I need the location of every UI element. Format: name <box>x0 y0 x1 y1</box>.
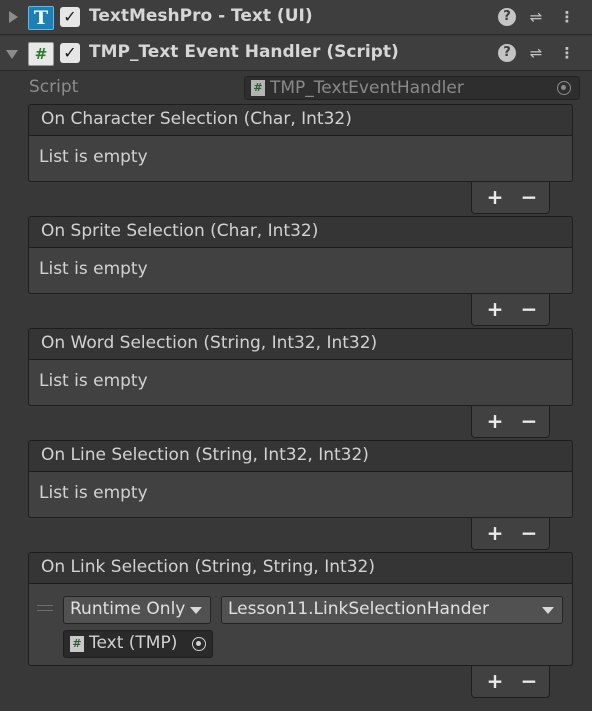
object-picker-icon[interactable] <box>192 637 206 651</box>
kebab-menu-icon[interactable]: ⋮ <box>558 44 576 62</box>
add-item-button[interactable]: + <box>480 184 510 210</box>
event-title-link-selection: On Link Selection (String, String, Int32… <box>28 552 573 584</box>
target-object-field[interactable]: # Text (TMP) <box>63 630 213 658</box>
dropdown-arrow-icon <box>190 607 202 614</box>
tmp-text-icon: T <box>28 6 54 30</box>
list-empty-label: List is empty <box>39 483 148 503</box>
script-label: Script <box>29 77 79 97</box>
list-add-remove-buttons: + − <box>471 182 550 214</box>
event-title-label: On Line Selection (String, Int32, Int32) <box>41 445 369 465</box>
help-icon[interactable]: ? <box>498 8 516 26</box>
component-title: TextMeshPro - Text (UI) <box>89 6 313 26</box>
foldout-expanded-icon[interactable] <box>6 50 18 59</box>
add-item-button[interactable]: + <box>480 408 510 434</box>
component-enabled-checkbox[interactable]: ✓ <box>60 7 80 27</box>
event-list-body: List is empty <box>28 360 573 406</box>
component-header-textmeshpro[interactable]: T ✓ TextMeshPro - Text (UI) ? ⇌ ⋮ <box>0 0 592 35</box>
function-dropdown[interactable]: Lesson11.LinkSelectionHander <box>221 596 563 624</box>
csharp-script-mini-icon: # <box>251 80 265 96</box>
target-object-value: Text (TMP) <box>89 633 178 653</box>
event-title-label: On Sprite Selection (Char, Int32) <box>41 221 319 241</box>
list-add-remove-buttons: + − <box>471 406 550 438</box>
csharp-script-mini-icon: # <box>70 636 84 652</box>
csharp-script-icon: # <box>28 42 54 66</box>
foldout-collapsed-icon[interactable] <box>9 11 18 23</box>
script-object-field: # TMP_TextEventHandler <box>244 76 580 100</box>
event-title-line-selection: On Line Selection (String, Int32, Int32) <box>28 440 573 472</box>
event-title-word-selection: On Word Selection (String, Int32, Int32) <box>28 328 573 360</box>
remove-item-button[interactable]: − <box>514 668 544 694</box>
component-enabled-checkbox[interactable]: ✓ <box>60 43 80 63</box>
add-item-button[interactable]: + <box>480 668 510 694</box>
presets-icon[interactable]: ⇌ <box>527 44 545 62</box>
list-add-remove-buttons: + − <box>471 666 550 698</box>
kebab-menu-icon[interactable]: ⋮ <box>558 8 576 26</box>
function-value: Lesson11.LinkSelectionHander <box>228 599 489 619</box>
object-picker-icon <box>557 81 571 95</box>
list-empty-label: List is empty <box>39 147 148 167</box>
event-title-sprite-selection: On Sprite Selection (Char, Int32) <box>28 216 573 248</box>
list-empty-label: List is empty <box>39 371 148 391</box>
remove-item-button[interactable]: − <box>514 408 544 434</box>
add-item-button[interactable]: + <box>480 296 510 322</box>
component-header-event-handler[interactable]: # ✓ TMP_Text Event Handler (Script) ? ⇌ … <box>0 36 592 71</box>
event-list-body: List is empty <box>28 136 573 182</box>
event-title-label: On Character Selection (Char, Int32) <box>41 109 352 129</box>
remove-item-button[interactable]: − <box>514 184 544 210</box>
dropdown-arrow-icon <box>542 607 554 614</box>
reorder-drag-handle[interactable] <box>37 605 53 611</box>
add-item-button[interactable]: + <box>480 520 510 546</box>
event-title-label: On Link Selection (String, String, Int32… <box>41 557 375 577</box>
event-list-body: Runtime Only Lesson11.LinkSelectionHande… <box>28 584 573 666</box>
help-icon[interactable]: ? <box>498 44 516 62</box>
component-title: TMP_Text Event Handler (Script) <box>89 42 399 62</box>
list-add-remove-buttons: + − <box>471 294 550 326</box>
list-empty-label: List is empty <box>39 259 148 279</box>
event-list-body: List is empty <box>28 472 573 518</box>
event-title-character-selection: On Character Selection (Char, Int32) <box>28 104 573 136</box>
runtime-mode-value: Runtime Only <box>70 599 186 619</box>
remove-item-button[interactable]: − <box>514 296 544 322</box>
list-add-remove-buttons: + − <box>471 518 550 550</box>
event-title-label: On Word Selection (String, Int32, Int32) <box>41 333 378 353</box>
script-value: TMP_TextEventHandler <box>270 78 464 98</box>
remove-item-button[interactable]: − <box>514 520 544 546</box>
event-list-body: List is empty <box>28 248 573 294</box>
runtime-mode-dropdown[interactable]: Runtime Only <box>63 596 211 624</box>
presets-icon[interactable]: ⇌ <box>527 8 545 26</box>
